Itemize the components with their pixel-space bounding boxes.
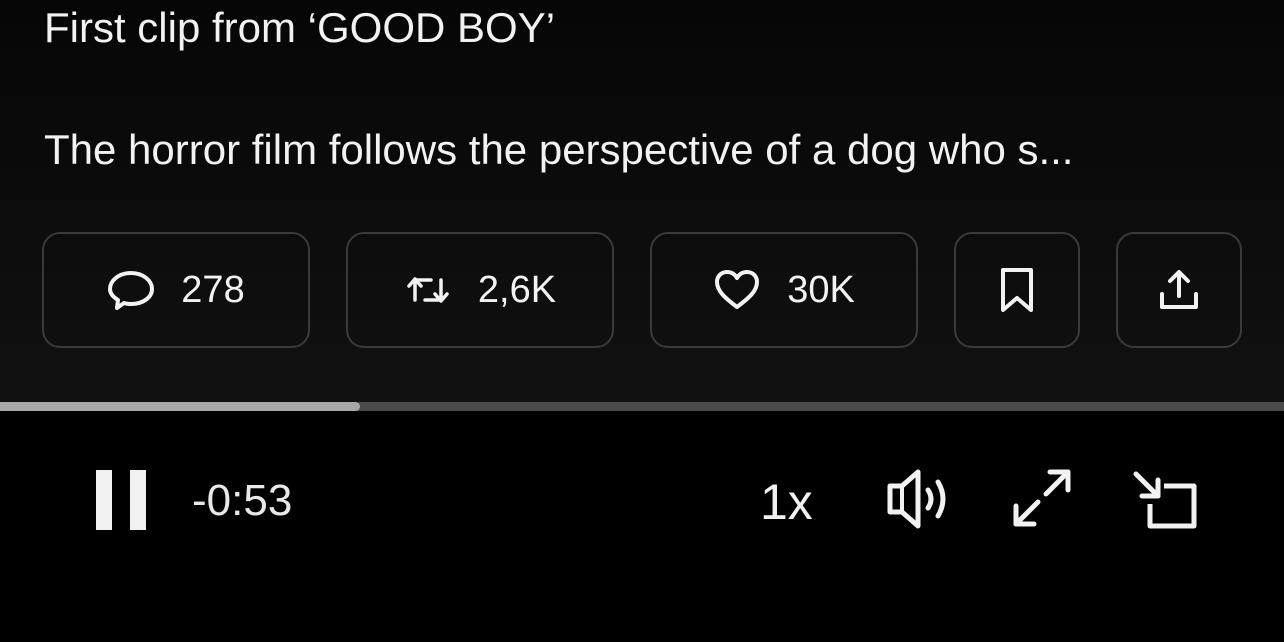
- volume-icon: [884, 464, 958, 539]
- bookmark-button[interactable]: [954, 232, 1080, 348]
- fullscreen-icon: [1008, 464, 1076, 537]
- fullscreen-button[interactable]: [1008, 466, 1076, 534]
- video-player-screen: First clip from ‘GOOD BOY’ The horror fi…: [0, 0, 1284, 642]
- pause-icon-bar: [96, 470, 112, 530]
- post-description[interactable]: The horror film follows the perspective …: [44, 124, 1073, 176]
- repost-count: 2,6K: [477, 269, 557, 311]
- share-button[interactable]: [1116, 232, 1242, 348]
- post-title: First clip from ‘GOOD BOY’: [44, 4, 556, 51]
- heart-icon: [713, 266, 761, 314]
- reply-button[interactable]: 278: [42, 232, 310, 348]
- like-button[interactable]: 30K: [650, 232, 918, 348]
- picture-in-picture-icon: [1130, 468, 1200, 537]
- time-remaining: -0:53: [192, 476, 293, 525]
- volume-button[interactable]: [884, 466, 958, 536]
- bookmark-icon: [993, 266, 1041, 314]
- post-overlay: First clip from ‘GOOD BOY’ The horror fi…: [0, 0, 1284, 404]
- reply-icon: [107, 266, 155, 314]
- pause-button[interactable]: [92, 468, 150, 532]
- video-progress-bar[interactable]: [0, 402, 1284, 411]
- video-progress-fill: [0, 402, 360, 411]
- repost-icon: [404, 266, 452, 314]
- share-icon: [1155, 266, 1203, 314]
- picture-in-picture-button[interactable]: [1130, 470, 1200, 534]
- repost-button[interactable]: 2,6K: [346, 232, 614, 348]
- like-count: 30K: [787, 269, 855, 311]
- playback-speed-button[interactable]: 1x: [760, 474, 813, 530]
- reply-count: 278: [181, 269, 245, 311]
- pause-icon-bar: [130, 470, 146, 530]
